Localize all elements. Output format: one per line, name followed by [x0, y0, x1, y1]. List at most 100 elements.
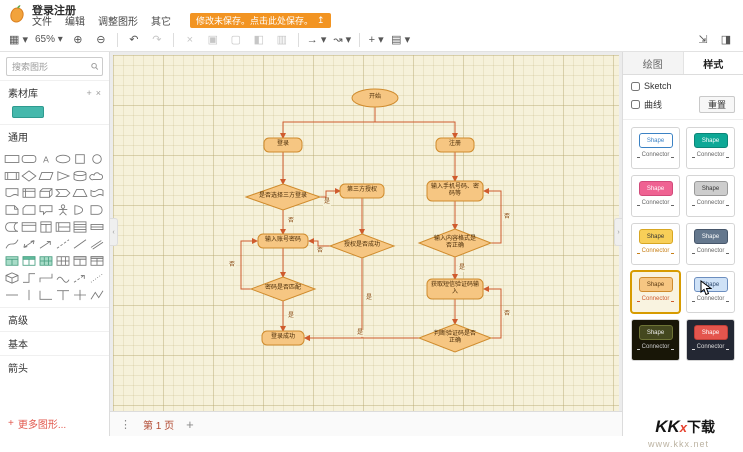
matrix-green-icon[interactable] [38, 254, 55, 267]
dashed-line-icon[interactable] [55, 237, 72, 250]
table-button[interactable]: ▤ ▾ [388, 31, 413, 49]
node-format-correct[interactable]: 输入内容格式是否正确 [434, 229, 476, 257]
unsaved-changes-badge[interactable]: 修改未保存。点击此处保存。 ↥ [190, 13, 331, 28]
curve-checkbox[interactable] [631, 100, 640, 109]
waypoint-style-button[interactable]: ↝ ▾ [330, 31, 354, 49]
rectangle-icon[interactable] [4, 152, 21, 165]
document-icon[interactable] [4, 186, 21, 199]
zoom-out-button[interactable]: ⊖ [90, 31, 112, 49]
sketch-checkbox[interactable] [631, 82, 640, 91]
library-section-header[interactable]: 素材库 + × [0, 80, 109, 104]
arrow-icon[interactable] [38, 237, 55, 250]
or-icon[interactable] [71, 203, 88, 216]
step-icon[interactable] [55, 186, 72, 199]
style-preset-slate[interactable]: ShapeConnector [686, 223, 735, 265]
menu-edit[interactable]: 编辑 [65, 13, 85, 28]
actor-icon[interactable] [55, 203, 72, 216]
isometric-cube-icon[interactable] [4, 271, 21, 284]
toggle-format-panel-button[interactable]: ◨ [715, 31, 737, 49]
cylinder-icon[interactable] [71, 169, 88, 182]
vertical-line-icon[interactable] [21, 288, 38, 301]
dashed-arrow-icon[interactable] [71, 271, 88, 284]
card-icon[interactable] [21, 203, 38, 216]
section-general[interactable]: 通用 [0, 124, 109, 148]
node-auth-success[interactable]: 授权是否成功 [332, 234, 392, 258]
library-close-icon[interactable]: × [96, 88, 101, 98]
zigzag-line-icon[interactable] [88, 288, 105, 301]
grid-icon[interactable] [55, 254, 72, 267]
dotted-line-icon[interactable] [88, 271, 105, 284]
connection-style-button[interactable]: → ▾ [304, 31, 330, 49]
crossfunctional-icon[interactable] [88, 254, 105, 267]
fullscreen-button[interactable]: ⇲ [692, 31, 714, 49]
grid-title-icon[interactable] [71, 254, 88, 267]
node-choose-third-party[interactable]: 是否选择三方登录 [253, 184, 313, 210]
horizontal-line-icon[interactable] [4, 288, 21, 301]
note-icon[interactable] [4, 203, 21, 216]
style-preset-gray[interactable]: ShapeConnector [686, 175, 735, 217]
container-icon[interactable] [21, 220, 38, 233]
menu-extras[interactable]: 其它 [151, 13, 171, 28]
canvas[interactable]: 开始登录注册是否选择三方登录第三方授权输入账号密码授权是否成功密码是否匹配登录成… [110, 52, 622, 411]
node-sms-code-correct[interactable]: 判断验证码是否正确 [432, 324, 478, 352]
ellipse-icon[interactable] [55, 152, 72, 165]
vertical-elbow-connector-icon[interactable] [38, 271, 55, 284]
search-input[interactable] [10, 61, 89, 73]
tape-icon[interactable] [88, 186, 105, 199]
node-register[interactable]: 注册 [436, 138, 474, 152]
zoom-in-button[interactable]: ⊕ [67, 31, 89, 49]
section-arrows[interactable]: 箭头 [0, 355, 109, 379]
style-preset-orange-sketch[interactable]: ShapeConnector [631, 271, 680, 313]
internal-storage-icon[interactable] [21, 186, 38, 199]
page-tab[interactable]: 第 1 页 [143, 417, 174, 432]
cloud-icon[interactable] [88, 169, 105, 182]
style-preset-dark-red[interactable]: ShapeConnector [686, 319, 735, 361]
data-storage-icon[interactable] [4, 220, 21, 233]
vertical-pool-icon[interactable] [38, 220, 55, 233]
tab-diagram[interactable]: 绘图 [623, 52, 684, 74]
library-add-icon[interactable]: + [86, 88, 91, 98]
diamond-icon[interactable] [21, 169, 38, 182]
text-icon[interactable]: A [38, 152, 55, 165]
style-preset-teal[interactable]: ShapeConnector [686, 127, 735, 169]
and-icon[interactable] [88, 203, 105, 216]
process-icon[interactable] [4, 169, 21, 182]
rounded-rectangle-icon[interactable] [21, 152, 38, 165]
more-shapes-link[interactable]: + 更多图形... [0, 412, 109, 436]
cross-line-icon[interactable] [71, 288, 88, 301]
line-icon[interactable] [71, 237, 88, 250]
link-icon[interactable] [88, 237, 105, 250]
reset-style-button[interactable]: 重置 [699, 96, 735, 113]
style-preset-blue-outline[interactable]: ShapeConnector [631, 127, 680, 169]
tee-line-icon[interactable] [55, 288, 72, 301]
view-mode-button[interactable]: ▦ ▾ [6, 31, 31, 49]
list-item-icon[interactable] [88, 220, 105, 233]
trapezoid-icon[interactable] [71, 186, 88, 199]
section-basic[interactable]: 基本 [0, 331, 109, 355]
elbow-connector-icon[interactable] [21, 271, 38, 284]
pages-menu-icon[interactable]: ⋮ [120, 418, 131, 431]
menu-file[interactable]: 文件 [32, 13, 52, 28]
node-input-phone[interactable]: 输入手机号码、密码等 [430, 181, 480, 201]
add-page-button[interactable]: + [186, 417, 194, 432]
sidebar-collapse-handle[interactable]: ‹ [110, 218, 118, 246]
node-login[interactable]: 登录 [264, 138, 302, 152]
parallelogram-icon[interactable] [38, 169, 55, 182]
node-login-success[interactable]: 登录成功 [262, 331, 304, 345]
table-title-green-icon[interactable] [21, 254, 38, 267]
horizontal-pool-icon[interactable] [55, 220, 72, 233]
menu-arrange-shapes[interactable]: 调整图形 [98, 13, 138, 28]
zoom-select[interactable]: 65% ▾ [32, 31, 66, 49]
style-preset-pink[interactable]: ShapeConnector [631, 175, 680, 217]
style-preset-dark-olive[interactable]: ShapeConnector [631, 319, 680, 361]
undo-button[interactable]: ↶ [123, 31, 145, 49]
format-collapse-handle[interactable]: › [614, 218, 622, 246]
node-get-sms-code[interactable]: 获取短信验证码输入 [430, 279, 480, 299]
cube-icon[interactable] [38, 186, 55, 199]
node-start[interactable]: 开始 [352, 89, 398, 107]
node-password-match[interactable]: 密码是否匹配 [253, 277, 313, 301]
node-third-party-auth[interactable]: 第三方授权 [340, 184, 384, 198]
tab-style[interactable]: 样式 [684, 52, 743, 74]
list-icon[interactable] [71, 220, 88, 233]
table-green-icon[interactable] [4, 254, 21, 267]
